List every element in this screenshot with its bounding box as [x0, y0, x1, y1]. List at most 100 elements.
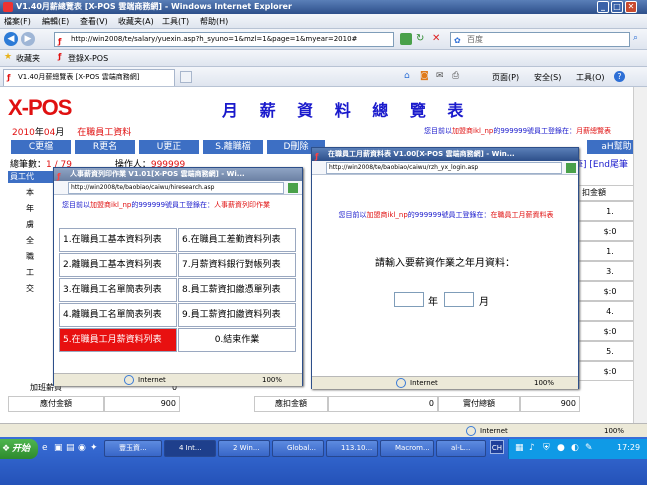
- language-indicator[interactable]: CH: [490, 440, 504, 454]
- refresh-icon[interactable]: ↻: [416, 33, 428, 45]
- task-global[interactable]: Global...: [272, 440, 324, 457]
- safety-menu[interactable]: 安全(S): [534, 72, 561, 83]
- popup1-statusbar: Internet 100%: [54, 373, 302, 386]
- task-windows-group[interactable]: 2 Win...: [218, 440, 270, 457]
- popup1-address[interactable]: http://win2008/te/baobiao/caiwu/hiresear…: [68, 182, 284, 194]
- menu-item-edit[interactable]: 編輯(E): [42, 16, 69, 27]
- search-input[interactable]: ✿ 百度: [450, 32, 630, 47]
- year-input[interactable]: [394, 292, 424, 307]
- period-month: 04: [43, 128, 56, 138]
- tray-app-icon[interactable]: ●: [557, 443, 565, 453]
- stop-icon[interactable]: ✕: [432, 33, 444, 45]
- menu-item-view[interactable]: 查看(V): [80, 16, 108, 27]
- popup2-status-zone: Internet: [410, 379, 438, 387]
- deductible-label: 應扣金額: [254, 396, 328, 412]
- fav-link-xpos[interactable]: 登錄X-POS: [68, 53, 108, 64]
- popup-print-menu: ƒ 人事薪資列印作業 V1.01[X-POS 雲端商務網] - Wi... ht…: [53, 167, 303, 386]
- clock[interactable]: 17:29: [617, 443, 640, 452]
- task-fengyu[interactable]: 豐玉資...: [104, 440, 162, 457]
- menu-active-monthly-salary-list[interactable]: 5.在職員工月薪資料列表: [59, 328, 177, 352]
- popup2-internet-icon: [396, 378, 406, 388]
- menu-active-attendance-list[interactable]: 6.在職員工差勤資料列表: [178, 228, 296, 252]
- quicklaunch-media-icon[interactable]: ◉: [78, 443, 86, 453]
- page-scrollbar[interactable]: [633, 87, 647, 423]
- tray-ime-icon[interactable]: ✎: [585, 443, 593, 453]
- menu-withholding-slip-list[interactable]: 8.員工薪資扣繳憑單列表: [178, 278, 296, 302]
- tray-update-icon[interactable]: ◐: [571, 443, 579, 453]
- zoom-level[interactable]: 100%: [604, 424, 624, 438]
- baidu-icon: ✿: [454, 36, 461, 45]
- tools-menu[interactable]: 工具(O): [576, 72, 605, 83]
- app-icon: [3, 2, 13, 12]
- popup2-address[interactable]: http://win2008/te/baobiao/caiwu/rzh_yx_l…: [326, 162, 562, 174]
- menu-withholding-data-list[interactable]: 9.員工薪資扣繳資料列表: [178, 303, 296, 327]
- favorites-bar: ★ 收藏夹 ƒ 登錄X-POS: [0, 50, 647, 67]
- browser-title: V1.40月薪總覽表 [X-POS 雲端商務網] - Windows Inter…: [16, 2, 292, 11]
- help-icon[interactable]: ?: [614, 71, 625, 82]
- task-macromedia[interactable]: Macrom...: [380, 440, 434, 457]
- period-year-unit: 年: [34, 128, 44, 138]
- maximize-button[interactable]: □: [611, 1, 623, 13]
- task-remote-113[interactable]: 113.10...: [326, 440, 378, 457]
- mail-icon[interactable]: ✉: [436, 71, 444, 81]
- quicklaunch-ie-icon[interactable]: e: [42, 443, 48, 453]
- minimize-button[interactable]: _: [597, 1, 609, 13]
- tab-yuexin[interactable]: ƒ V1.40月薪總覽表 [X-POS 雲端商務網]: [3, 69, 175, 86]
- menu-item-favorites[interactable]: 收藏夹(A): [118, 16, 154, 27]
- menu-active-roster-list[interactable]: 3.在職員工名單簡表列表: [59, 278, 177, 302]
- menu-exit[interactable]: 0.結束作業: [178, 328, 296, 352]
- address-input[interactable]: ƒ http://win2008/te/salary/yuexin.asp?h_…: [54, 32, 394, 47]
- net-pay-label: 實付總額: [438, 396, 520, 412]
- page-menu[interactable]: 页面(P): [492, 72, 519, 83]
- task-al-l[interactable]: al-L...: [436, 440, 486, 457]
- home-icon[interactable]: ⌂: [404, 71, 410, 81]
- new-tab-button[interactable]: [180, 71, 192, 83]
- notice-prefix: 您目前以: [424, 127, 452, 135]
- print-icon[interactable]: ⎙: [452, 71, 459, 81]
- back-icon[interactable]: ◀: [4, 32, 18, 46]
- menu-bank-reconcile-list[interactable]: 7.月薪資料銀行對帳列表: [178, 253, 296, 277]
- tray-network-icon[interactable]: ▦: [515, 443, 524, 453]
- popup-monthly-salary: ƒ 在職員工月薪資料表 V1.00[X-POS 雲端商務網] - Win... …: [311, 147, 579, 389]
- feed-icon[interactable]: ◙: [420, 71, 429, 81]
- popup1-zoom[interactable]: 100%: [262, 374, 282, 386]
- quicklaunch-app-icon[interactable]: ✦: [90, 443, 98, 453]
- quicklaunch-desktop-icon[interactable]: ▣: [54, 443, 63, 453]
- popup2-titlebar: ƒ 在職員工月薪資料表 V1.00[X-POS 雲端商務網] - Win...: [312, 148, 578, 161]
- search-icon[interactable]: ⌕: [633, 33, 638, 43]
- quicklaunch-folder-icon[interactable]: ▤: [66, 443, 75, 453]
- popup2-notice: 您目前以加盟商ikl_np的999999號員工登錄在：在職員工月薪資料表: [326, 210, 566, 220]
- nav-end-link[interactable]: 筆] [End尾筆: [574, 157, 628, 170]
- tray-security-icon[interactable]: ⛨: [543, 443, 550, 453]
- forward-icon[interactable]: ▶: [21, 32, 35, 46]
- menu-active-basic-list[interactable]: 1.在職員工基本資料列表: [59, 228, 177, 252]
- notice-company: 加盟商ikl_np: [452, 127, 494, 135]
- s-resigned-button[interactable]: S.離職檔: [202, 139, 264, 155]
- search-placeholder: 百度: [467, 35, 483, 44]
- month-input[interactable]: [444, 292, 474, 307]
- menu-item-help[interactable]: 帮助(H): [200, 16, 228, 27]
- tray-volume-icon[interactable]: ♪: [529, 443, 535, 453]
- menu-resigned-roster-list[interactable]: 4.離職員工名單簡表列表: [59, 303, 177, 327]
- favorites-button[interactable]: 收藏夹: [16, 53, 40, 64]
- popup2-favicon: ƒ: [315, 152, 319, 161]
- menu-resigned-basic-list[interactable]: 2.離職員工基本資料列表: [59, 253, 177, 277]
- compat-icon[interactable]: [400, 33, 412, 45]
- deductible-value: 0: [328, 396, 438, 412]
- start-button[interactable]: ❖ 开始: [0, 439, 38, 459]
- left-label: 交: [8, 281, 38, 297]
- menu-item-file[interactable]: 檔案(F): [4, 16, 31, 27]
- u-correct-button[interactable]: U更正: [138, 139, 200, 155]
- close-button[interactable]: ✕: [625, 1, 637, 13]
- popup2-compat-icon[interactable]: [566, 163, 576, 173]
- popup2-title: 在職員工月薪資料表 V1.00[X-POS 雲端商務網] - Win...: [328, 150, 515, 158]
- popup1-compat-icon[interactable]: [288, 183, 298, 193]
- c-update-button[interactable]: C更檔: [10, 139, 72, 155]
- task-ie-group[interactable]: 4 Int...: [164, 440, 216, 457]
- left-label: 虜: [8, 217, 38, 233]
- menu-item-tools[interactable]: 工具(T): [162, 16, 189, 27]
- r-rename-button[interactable]: R更名: [74, 139, 136, 155]
- popup2-zoom[interactable]: 100%: [534, 377, 554, 389]
- task-label: 4 Int...: [179, 444, 202, 452]
- system-tray: ▦ ♪ ⛨ ● ◐ ✎ 17:29: [508, 439, 647, 459]
